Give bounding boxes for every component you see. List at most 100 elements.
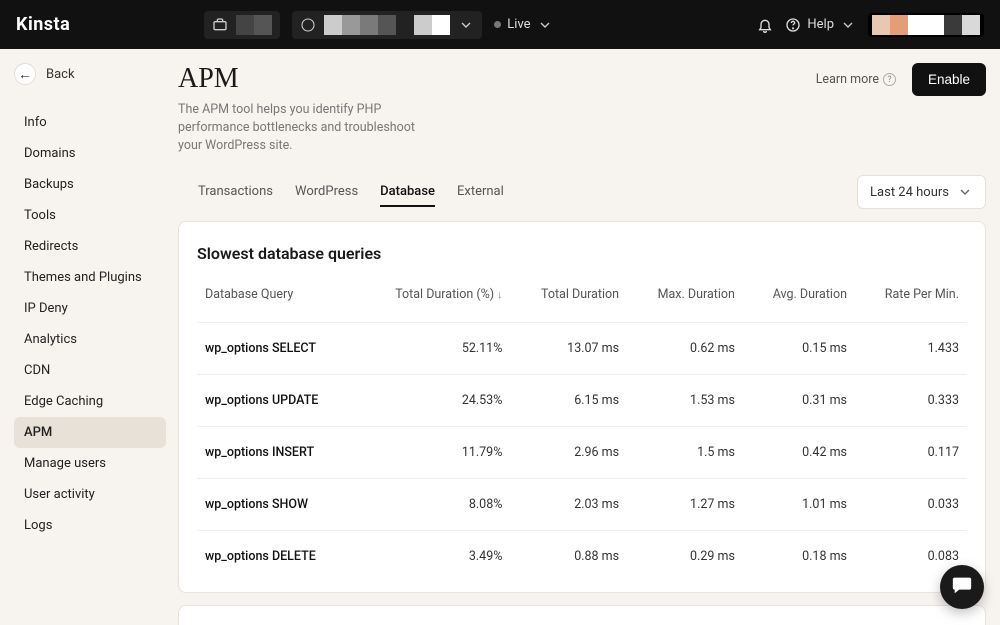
cell-total: 2.96 ms <box>510 427 627 479</box>
chevron-down-icon <box>957 184 973 200</box>
sidebar-item-manage-users[interactable]: Manage users <box>14 448 166 479</box>
tab-wordpress[interactable]: WordPress <box>295 178 358 207</box>
card-title: Slowest database queries <box>197 222 967 275</box>
status-dot-icon <box>494 21 501 28</box>
cell-query: wp_options INSERT <box>197 427 358 479</box>
sidebar-item-info[interactable]: Info <box>14 107 166 138</box>
cell-max: 1.27 ms <box>627 479 743 531</box>
sidebar-item-themes-and-plugins[interactable]: Themes and Plugins <box>14 262 166 293</box>
cell-rate: 0.333 <box>855 375 967 427</box>
cell-pct: 24.53% <box>358 375 511 427</box>
sidebar-item-apm[interactable]: APM <box>14 417 166 448</box>
table-row[interactable]: wp_options DELETE3.49%0.88 ms0.29 ms0.18… <box>197 531 967 583</box>
column-header[interactable]: Avg. Duration <box>743 275 855 323</box>
tab-transactions[interactable]: Transactions <box>198 178 273 207</box>
sidebar-item-tools[interactable]: Tools <box>14 200 166 231</box>
sidebar-item-edge-caching[interactable]: Edge Caching <box>14 386 166 417</box>
chevron-down-icon <box>840 17 856 33</box>
chevron-down-icon <box>458 17 474 33</box>
cell-max: 0.62 ms <box>627 323 743 375</box>
sidebar-item-user-activity[interactable]: User activity <box>14 479 166 510</box>
card-slowest-redis-cache: Slowest redis cache <box>178 605 986 625</box>
cell-query: wp_options SHOW <box>197 479 358 531</box>
table-row[interactable]: wp_options INSERT11.79%2.96 ms1.5 ms0.42… <box>197 427 967 479</box>
cell-rate: 0.117 <box>855 427 967 479</box>
site-swatches <box>236 15 272 35</box>
sidebar-item-backups[interactable]: Backups <box>14 169 166 200</box>
card-title: Slowest redis cache <box>197 606 967 625</box>
learn-more-link[interactable]: Learn more ? <box>816 72 896 87</box>
time-range-label: Last 24 hours <box>870 185 949 200</box>
sidebar-item-ip-deny[interactable]: IP Deny <box>14 293 166 324</box>
sidebar-item-domains[interactable]: Domains <box>14 138 166 169</box>
chat-icon <box>951 574 973 600</box>
back-button[interactable]: ← Back <box>14 63 166 85</box>
cell-rate: 0.033 <box>855 479 967 531</box>
cell-max: 1.53 ms <box>627 375 743 427</box>
cell-total: 6.15 ms <box>510 375 627 427</box>
arrow-left-icon: ← <box>14 63 36 85</box>
help-menu[interactable]: Help <box>785 17 856 33</box>
column-header[interactable]: Max. Duration <box>627 275 743 323</box>
tab-external[interactable]: External <box>457 178 504 207</box>
cell-pct: 3.49% <box>358 531 511 583</box>
tabs: Transactions WordPress Database External <box>178 178 504 207</box>
briefcase-icon <box>212 17 228 33</box>
sidebar-item-cdn[interactable]: CDN <box>14 355 166 386</box>
cell-query: wp_options DELETE <box>197 531 358 583</box>
cell-pct: 8.08% <box>358 479 511 531</box>
brand-logo[interactable]: Kinsta <box>16 14 70 35</box>
app-selector[interactable] <box>292 11 482 39</box>
back-label: Back <box>46 67 75 82</box>
sidebar-item-logs[interactable]: Logs <box>14 510 166 541</box>
time-range-selector[interactable]: Last 24 hours <box>857 175 986 209</box>
cell-query: wp_options UPDATE <box>197 375 358 427</box>
sidebar-item-redirects[interactable]: Redirects <box>14 231 166 262</box>
page-title: APM <box>178 63 438 95</box>
chat-widget-button[interactable] <box>940 565 984 609</box>
bell-icon[interactable] <box>757 17 773 33</box>
environment-selector[interactable]: Live <box>494 17 552 33</box>
table-row[interactable]: wp_options UPDATE24.53%6.15 ms1.53 ms0.3… <box>197 375 967 427</box>
column-header[interactable]: Rate Per Min. <box>855 275 967 323</box>
table-row[interactable]: wp_options SELECT52.11%13.07 ms0.62 ms0.… <box>197 323 967 375</box>
live-label: Live <box>507 17 530 32</box>
site-selector[interactable] <box>204 11 280 39</box>
topbar: Kinsta Live Help <box>0 0 1000 49</box>
account-swatches <box>872 15 980 35</box>
queries-table: Database QueryTotal Duration (%) ↓Total … <box>197 275 967 582</box>
sidebar: ← Back InfoDomainsBackupsToolsRedirectsT… <box>0 49 176 625</box>
page-description: The APM tool helps you identify PHP perf… <box>178 101 438 155</box>
cell-avg: 0.15 ms <box>743 323 855 375</box>
chevron-down-icon <box>537 17 553 33</box>
cell-total: 13.07 ms <box>510 323 627 375</box>
sidebar-item-analytics[interactable]: Analytics <box>14 324 166 355</box>
cell-total: 2.03 ms <box>510 479 627 531</box>
column-header[interactable]: Database Query <box>197 275 358 323</box>
cell-max: 0.29 ms <box>627 531 743 583</box>
cell-total: 0.88 ms <box>510 531 627 583</box>
enable-button[interactable]: Enable <box>912 63 986 96</box>
cell-avg: 0.18 ms <box>743 531 855 583</box>
app-swatches <box>324 15 450 35</box>
cell-avg: 0.31 ms <box>743 375 855 427</box>
cell-avg: 1.01 ms <box>743 479 855 531</box>
column-header[interactable]: Total Duration (%) ↓ <box>358 275 511 323</box>
account-menu[interactable] <box>868 13 984 37</box>
tab-database[interactable]: Database <box>380 178 435 207</box>
cell-avg: 0.42 ms <box>743 427 855 479</box>
cell-rate: 1.433 <box>855 323 967 375</box>
learn-more-label: Learn more <box>816 72 879 87</box>
cell-pct: 52.11% <box>358 323 511 375</box>
cell-query: wp_options SELECT <box>197 323 358 375</box>
sort-desc-icon: ↓ <box>494 288 502 301</box>
card-slowest-db-queries: Slowest database queries Database QueryT… <box>178 221 986 593</box>
wordpress-icon <box>300 17 316 33</box>
column-header[interactable]: Total Duration <box>510 275 627 323</box>
main-content: APM The APM tool helps you identify PHP … <box>176 49 1000 625</box>
help-label: Help <box>807 17 834 32</box>
help-icon <box>785 17 801 33</box>
cell-max: 1.5 ms <box>627 427 743 479</box>
table-row[interactable]: wp_options SHOW8.08%2.03 ms1.27 ms1.01 m… <box>197 479 967 531</box>
cell-pct: 11.79% <box>358 427 511 479</box>
